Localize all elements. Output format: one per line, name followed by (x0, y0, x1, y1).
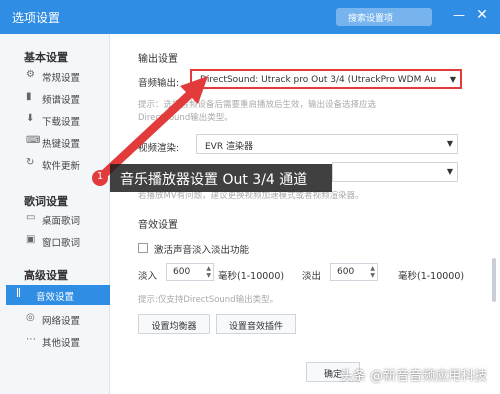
annotation-badge: 1 (92, 170, 108, 186)
arrow-shape (100, 76, 208, 178)
annotation-arrow (100, 76, 208, 178)
annotation-tooltip: 音乐播放器设置 Out 3/4 通道 (110, 164, 332, 192)
watermark: 头条 @新音音频应用科技 (340, 369, 488, 384)
